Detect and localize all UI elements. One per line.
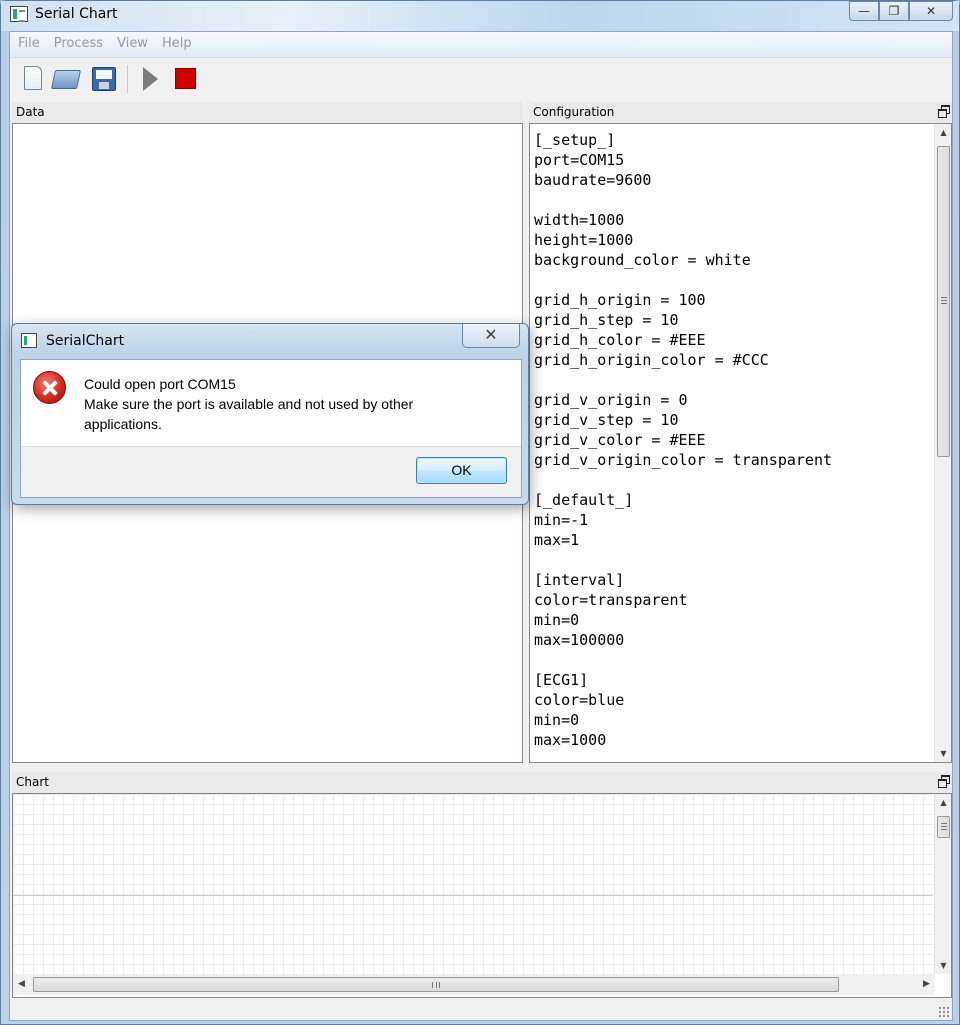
config-line: grid_h_color = #EEE: [534, 331, 706, 349]
error-message-line: Make sure the port is available and not …: [84, 396, 414, 412]
scroll-left-icon[interactable]: ◀: [13, 976, 30, 993]
config-line: [534, 470, 832, 490]
float-dock-icon[interactable]: [938, 105, 950, 118]
new-file-button[interactable]: [20, 65, 48, 93]
client-area: File Process View Help Data Configuration […: [9, 31, 953, 1021]
config-line: min=0: [534, 711, 580, 729]
config-line: grid_v_step = 10: [534, 411, 679, 429]
chart-vertical-scrollbar[interactable]: ▲ ▼: [934, 794, 951, 974]
chart-horizontal-scrollbar[interactable]: ◀ ▶: [13, 974, 935, 995]
config-line: grid_h_origin_color = #CCC: [534, 351, 769, 369]
toolbar: [10, 59, 952, 97]
config-line: color=blue: [534, 691, 625, 709]
configuration-editor[interactable]: [_setup_] port=COM15 baudrate=9600 width=1…: [529, 123, 952, 763]
chart-title-label: Chart: [16, 775, 49, 789]
new-file-icon: [24, 66, 42, 90]
config-line: [_default_]: [534, 491, 634, 509]
config-line: [_setup_]: [534, 131, 616, 149]
config-line: [534, 550, 832, 570]
scroll-down-icon[interactable]: ▼: [935, 745, 951, 762]
config-line: max=100000: [534, 631, 625, 649]
dialog-app-icon: [21, 333, 37, 348]
float-dock-icon[interactable]: [938, 775, 950, 788]
scroll-down-icon[interactable]: ▼: [935, 957, 951, 974]
toolbar-separator: [127, 65, 128, 93]
config-line: grid_h_step = 10: [534, 311, 679, 329]
config-line: grid_v_color = #EEE: [534, 431, 706, 449]
error-message-line: Could open port COM15: [84, 376, 236, 392]
config-line: baudrate=9600: [534, 171, 652, 189]
config-line: [534, 650, 832, 670]
resize-grip-icon[interactable]: [938, 1006, 950, 1018]
open-button[interactable]: [50, 65, 82, 93]
scroll-up-icon[interactable]: ▲: [935, 794, 951, 811]
stop-icon: [175, 68, 196, 89]
run-icon: [143, 67, 158, 91]
configuration-text[interactable]: [_setup_] port=COM15 baudrate=9600 width=1…: [534, 130, 832, 750]
save-disk-icon: [92, 67, 116, 91]
stop-button[interactable]: [172, 65, 200, 93]
maximize-button[interactable]: ❐: [879, 1, 909, 21]
grip-icon: [432, 982, 440, 988]
run-button[interactable]: [136, 65, 164, 93]
scroll-thumb[interactable]: [937, 816, 950, 838]
menu-help[interactable]: Help: [155, 32, 199, 51]
error-icon: [33, 371, 66, 404]
scroll-thumb[interactable]: [937, 146, 950, 457]
configuration-title-label: Configuration: [533, 105, 615, 119]
horizontal-scroll-thumb[interactable]: [33, 977, 839, 992]
config-line: width=1000: [534, 211, 625, 229]
config-line: grid_v_origin = 0: [534, 391, 688, 409]
dialog-body: Could open port COM15 Make sure the port…: [20, 359, 522, 498]
data-panel-title: Data: [12, 102, 523, 123]
caption-buttons: — ❐ ✕: [849, 1, 953, 21]
chart-panel[interactable]: ▲ ▼ ◀ ▶: [12, 793, 952, 998]
config-line: height=1000: [534, 231, 634, 249]
ok-button[interactable]: OK: [416, 457, 507, 484]
config-line: port=COM15: [534, 151, 625, 169]
chart-panel-title: Chart: [12, 772, 952, 793]
chart-origin-line: [13, 895, 933, 896]
grip-icon: [941, 823, 947, 830]
config-line: min=-1: [534, 511, 589, 529]
error-message-line: applications.: [84, 416, 162, 432]
menu-bar: File Process View Help: [10, 32, 952, 58]
config-line: max=1: [534, 531, 580, 549]
close-button[interactable]: ✕: [909, 1, 953, 21]
config-line: color=transparent: [534, 591, 688, 609]
config-line: max=1000: [534, 731, 607, 749]
config-line: min=0: [534, 611, 580, 629]
dialog-title: SerialChart: [46, 333, 125, 349]
config-line: background_color = white: [534, 251, 751, 269]
scroll-up-icon[interactable]: ▲: [935, 124, 951, 141]
config-line: grid_v_origin_color = transparent: [534, 451, 833, 469]
config-line: [534, 270, 832, 290]
config-line: grid_h_origin = 100: [534, 291, 706, 309]
minimize-button[interactable]: —: [849, 1, 879, 21]
menu-view[interactable]: View: [110, 32, 155, 51]
config-line: [534, 190, 832, 210]
chart-grid: [13, 794, 933, 974]
menu-process[interactable]: Process: [47, 32, 110, 51]
main-window: Serial Chart — ❐ ✕ File Process View Help D…: [0, 0, 960, 1025]
scroll-right-icon[interactable]: ▶: [918, 976, 935, 993]
error-dialog: SerialChart ✕ Could open port COM15 Make…: [11, 323, 529, 505]
app-icon: [10, 6, 28, 22]
config-line: [interval]: [534, 571, 625, 589]
config-line: [ECG1]: [534, 671, 589, 689]
configuration-vertical-scrollbar[interactable]: ▲ ▼: [934, 124, 951, 762]
title-bar[interactable]: Serial Chart — ❐ ✕: [1, 1, 959, 31]
open-folder-icon: [50, 70, 82, 89]
dialog-close-button[interactable]: ✕: [462, 324, 520, 348]
configuration-panel-title: Configuration: [529, 102, 952, 123]
dialog-button-area: OK: [21, 446, 521, 497]
window-title: Serial Chart: [35, 6, 118, 22]
config-line: [534, 370, 832, 390]
grip-icon: [941, 297, 947, 304]
menu-file[interactable]: File: [10, 32, 47, 51]
error-message: Could open port COM15 Make sure the port…: [84, 374, 504, 434]
save-button[interactable]: [90, 65, 118, 93]
